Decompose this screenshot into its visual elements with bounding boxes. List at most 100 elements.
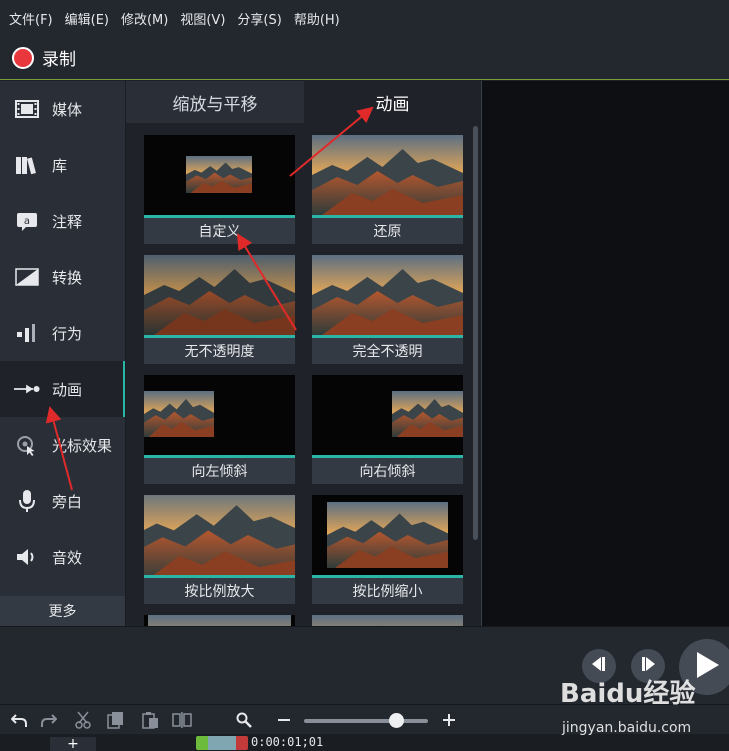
zoom-out-icon[interactable] — [273, 710, 295, 730]
mountain-thumbnail — [312, 615, 463, 626]
sidebar-item-animation[interactable]: 动画 — [0, 361, 125, 417]
preset-label: 无不透明度 — [144, 338, 295, 364]
watermark-url: jingyan.baidu.com — [561, 720, 691, 736]
menu-file[interactable]: 文件(F) — [8, 7, 54, 30]
sidebar-item-media[interactable]: 媒体 — [0, 81, 125, 137]
baidu-jingyan-watermark: Baidu经验 jingyan.baidu.com — [560, 672, 729, 742]
sidebar-item-transition[interactable]: 转换 — [0, 249, 125, 305]
preset-partial[interactable] — [312, 615, 463, 626]
undo-icon[interactable] — [8, 710, 30, 730]
redo-icon[interactable] — [38, 710, 60, 730]
preset-label: 按比例缩小 — [312, 578, 463, 604]
sidebar-item-audio-effects[interactable]: 音效 — [0, 529, 125, 585]
sidebar-item-label: 旁白 — [52, 492, 83, 511]
sidebar-item-label: 动画 — [52, 380, 83, 399]
split-icon[interactable] — [171, 710, 193, 730]
menu-share[interactable]: 分享(S) — [236, 7, 282, 30]
preset-label: 自定义 — [144, 218, 295, 244]
sidebar-item-label: 光标效果 — [52, 436, 113, 455]
preset-label: 完全不透明 — [312, 338, 463, 364]
menu-help[interactable]: 帮助(H) — [293, 7, 341, 30]
preset-scale-up[interactable]: 按比例放大 — [144, 495, 295, 604]
library-icon — [14, 154, 40, 176]
sidebar-item-cursor-effects[interactable]: 光标效果 — [0, 417, 125, 473]
menu-modify[interactable]: 修改(M) — [120, 7, 169, 30]
preset-thumbnail — [144, 375, 295, 455]
preset-tilt-right[interactable]: 向右倾斜 — [312, 375, 463, 484]
mountain-thumbnail — [327, 502, 448, 568]
sidebar-item-library[interactable]: 库 — [0, 137, 125, 193]
preset-tilt-left[interactable]: 向左倾斜 — [144, 375, 295, 484]
mountain-thumbnail — [144, 391, 214, 437]
zoom-search-icon[interactable] — [233, 710, 255, 730]
menu-view[interactable]: 视图(V) — [179, 7, 226, 30]
add-track-button[interactable]: + — [50, 736, 96, 751]
preset-thumbnail — [312, 615, 463, 626]
mountain-thumbnail — [312, 255, 463, 335]
preset-thumbnail — [312, 255, 463, 335]
sidebar-item-label: 注释 — [52, 212, 83, 231]
preset-thumbnail — [144, 495, 295, 575]
annotation-icon: a — [14, 210, 40, 232]
mountain-thumbnail — [144, 495, 295, 575]
animation-icon — [14, 378, 40, 400]
playhead[interactable] — [196, 736, 248, 750]
mountain-thumbnail — [186, 156, 252, 193]
cursor-effect-icon — [14, 434, 40, 456]
record-bar: 录制 — [0, 36, 729, 80]
preset-full-opacity[interactable]: 完全不透明 — [312, 255, 463, 364]
preset-no-opacity[interactable]: 无不透明度 — [144, 255, 295, 364]
record-button[interactable]: 录制 — [42, 45, 76, 70]
sidebar-item-annotation[interactable]: a 注释 — [0, 193, 125, 249]
behavior-icon — [14, 322, 40, 344]
preset-thumbnail — [312, 135, 463, 215]
playhead-time: 0:00:01;01 — [251, 735, 324, 749]
preset-thumbnail — [144, 255, 295, 335]
zoom-slider-track[interactable] — [304, 719, 428, 723]
transition-icon — [14, 266, 40, 288]
record-icon[interactable] — [12, 46, 34, 69]
animation-presets-grid: 自定义 还原 无不透明度 完全不透明 向左倾斜 向右倾斜 按比例放大 按比例缩小 — [126, 123, 481, 626]
zoom-slider-thumb[interactable] — [389, 713, 404, 728]
menu-edit[interactable]: 编辑(E) — [64, 7, 110, 30]
paste-icon[interactable] — [139, 710, 161, 730]
mountain-thumbnail — [148, 615, 291, 626]
audio-icon — [14, 546, 40, 568]
sidebar-item-label: 音效 — [52, 548, 83, 567]
sidebar-item-label: 媒体 — [52, 100, 83, 119]
more-button[interactable]: 更多 — [0, 596, 125, 626]
svg-text:a: a — [24, 216, 30, 227]
preset-thumbnail — [312, 375, 463, 455]
panel-tabs: 缩放与平移 动画 — [126, 81, 481, 123]
preset-label: 还原 — [312, 218, 463, 244]
preset-thumbnail — [312, 495, 463, 575]
sidebar-item-label: 行为 — [52, 324, 83, 343]
preset-label: 向右倾斜 — [312, 458, 463, 484]
preset-scale-down[interactable]: 按比例缩小 — [312, 495, 463, 604]
preset-label: 向左倾斜 — [144, 458, 295, 484]
preset-thumbnail — [144, 615, 295, 626]
zoom-in-icon[interactable] — [438, 710, 460, 730]
menu-bar: 文件(F) 编辑(E) 修改(M) 视图(V) 分享(S) 帮助(H) — [0, 0, 729, 36]
sidebar-item-label: 转换 — [52, 268, 83, 287]
cut-icon[interactable] — [72, 710, 94, 730]
preset-partial[interactable] — [144, 615, 295, 626]
sidebar-item-behavior[interactable]: 行为 — [0, 305, 125, 361]
presets-scrollbar[interactable] — [473, 126, 478, 540]
canvas-preview[interactable] — [481, 81, 729, 626]
film-icon — [14, 98, 40, 120]
watermark-brand: Baidu经验 — [560, 678, 695, 709]
tab-zoom-and-pan[interactable]: 缩放与平移 — [126, 81, 304, 123]
sidebar-item-voice-narration[interactable]: 旁白 — [0, 473, 125, 529]
tab-animations[interactable]: 动画 — [304, 81, 481, 123]
preset-label: 按比例放大 — [144, 578, 295, 604]
mountain-thumbnail — [392, 391, 463, 437]
mountain-thumbnail — [312, 135, 463, 215]
preset-custom[interactable]: 自定义 — [144, 135, 295, 244]
sidebar-item-label: 库 — [52, 156, 68, 175]
tool-sidebar: 媒体 库 a 注释 转换 行为 动画 光标效果 旁白 音效 更多 — [0, 81, 126, 626]
microphone-icon — [14, 490, 40, 512]
preset-restore[interactable]: 还原 — [312, 135, 463, 244]
preset-thumbnail — [144, 135, 295, 215]
copy-icon[interactable] — [105, 710, 127, 730]
